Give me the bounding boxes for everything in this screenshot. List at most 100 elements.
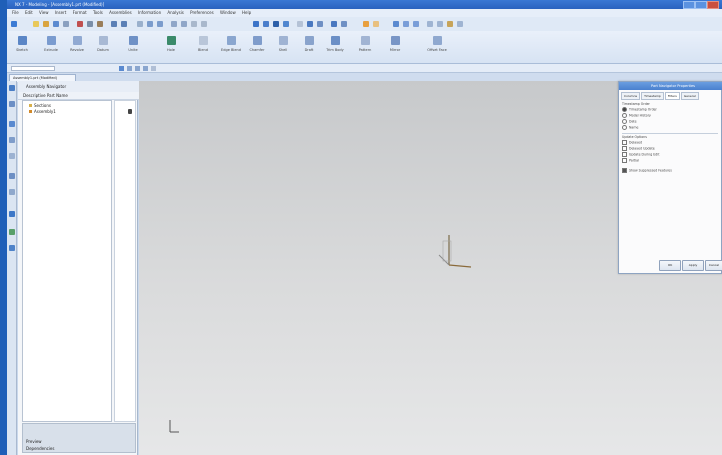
tree-node-sections[interactable]: Sections — [29, 103, 51, 108]
option-date[interactable]: Date — [622, 119, 720, 124]
tab-filters[interactable]: Filters — [664, 92, 680, 100]
close-icon[interactable] — [707, 1, 719, 9]
unite-button[interactable]: Unite — [121, 33, 145, 63]
ok-button[interactable]: OK — [659, 260, 681, 271]
menu-tools[interactable]: Tools — [93, 10, 103, 15]
hole-button[interactable]: Hole — [159, 33, 183, 63]
revolve-button[interactable]: Revolve — [65, 33, 89, 63]
grid-icon[interactable] — [403, 21, 409, 27]
open-folder-icon[interactable] — [43, 21, 49, 27]
model-view-icon[interactable] — [283, 21, 289, 27]
fit-icon[interactable] — [137, 21, 143, 27]
menu-insert[interactable]: Insert — [55, 10, 66, 15]
assembly-navigator-icon[interactable] — [9, 85, 15, 91]
history-icon[interactable] — [9, 173, 15, 179]
view-orient-icon[interactable] — [171, 21, 177, 27]
gear-icon[interactable] — [393, 21, 399, 27]
filter-icon[interactable] — [341, 21, 347, 27]
selection-icon[interactable] — [331, 21, 337, 27]
reuse-library-icon[interactable] — [9, 137, 15, 143]
paste-icon[interactable] — [97, 21, 103, 27]
show-icon[interactable] — [317, 21, 323, 27]
maximize-icon[interactable] — [695, 1, 707, 9]
wcs-icon[interactable] — [413, 21, 419, 27]
trim-body-button[interactable]: Trim Body — [323, 33, 347, 63]
navigator-details-pane: Preview Dependencies — [22, 423, 136, 453]
navigator-column-header[interactable]: Descriptive Part Name — [18, 92, 143, 100]
minimize-icon[interactable] — [683, 1, 695, 9]
cancel-button[interactable]: Cancel — [705, 260, 722, 271]
mirror-button[interactable]: Mirror — [383, 33, 407, 63]
new-file-icon[interactable] — [33, 21, 39, 27]
process-studio-icon[interactable] — [9, 211, 15, 217]
pattern-button[interactable]: Pattern — [353, 33, 377, 63]
midpoint-icon[interactable] — [135, 66, 140, 71]
menu-assemblies[interactable]: Assemblies — [109, 10, 132, 15]
offset-face-button[interactable]: Offset Face — [425, 33, 449, 63]
zoom-icon[interactable] — [147, 21, 153, 27]
tree-node-assembly1[interactable]: Assembly1 — [29, 109, 56, 114]
system-materials-icon[interactable] — [9, 189, 15, 195]
curve-icon[interactable] — [457, 21, 463, 27]
rotate-icon[interactable] — [157, 21, 163, 27]
start-icon[interactable] — [11, 21, 17, 27]
snap-point-icon[interactable] — [119, 66, 124, 71]
snap-icon[interactable] — [191, 21, 197, 27]
lock-icon — [128, 109, 132, 114]
menu-window[interactable]: Window — [220, 10, 236, 15]
menu-view[interactable]: View — [39, 10, 49, 15]
tab-general[interactable]: General — [680, 92, 699, 100]
save-icon[interactable] — [53, 21, 59, 27]
constraint-navigator-icon[interactable] — [9, 101, 15, 107]
dependencies-panel-header[interactable]: Dependencies — [26, 446, 54, 451]
option-timestamp-order[interactable]: Timestamp Order — [622, 107, 720, 112]
type-filter-dropdown[interactable] — [11, 66, 55, 71]
redo-icon[interactable] — [121, 21, 127, 27]
render-style-icon[interactable] — [181, 21, 187, 27]
preview-panel-header[interactable]: Preview — [26, 439, 42, 444]
undo-icon[interactable] — [111, 21, 117, 27]
menu-information[interactable]: Information — [138, 10, 161, 15]
shell-button[interactable]: Shell — [271, 33, 295, 63]
analysis-icon[interactable] — [373, 21, 379, 27]
chamfer-button[interactable]: Chamfer — [245, 33, 269, 63]
option-name[interactable]: Name — [622, 125, 720, 130]
datum-button[interactable]: Datum — [91, 33, 115, 63]
cut-icon[interactable] — [77, 21, 83, 27]
menu-analysis[interactable]: Analysis — [167, 10, 183, 15]
shaded-icon[interactable] — [253, 21, 259, 27]
extrude-button[interactable]: Extrude — [39, 33, 63, 63]
section-view-icon[interactable] — [273, 21, 279, 27]
wireframe-icon[interactable] — [263, 21, 269, 27]
draft-button[interactable]: Draft — [297, 33, 321, 63]
blend-button[interactable]: Blend — [191, 33, 215, 63]
show-suppressed-checkbox[interactable]: Show Suppressed Features — [622, 168, 720, 173]
copy-icon[interactable] — [87, 21, 93, 27]
option-model-history[interactable]: Model History — [622, 113, 720, 118]
roles-icon[interactable] — [9, 229, 15, 235]
part-navigator-icon[interactable] — [9, 121, 15, 127]
menu-file[interactable]: File — [12, 10, 19, 15]
arc-icon[interactable] — [447, 21, 453, 27]
print-icon[interactable] — [63, 21, 69, 27]
system-scenes-icon[interactable] — [9, 245, 15, 251]
point-icon[interactable] — [427, 21, 433, 27]
menu-help[interactable]: Help — [242, 10, 251, 15]
menu-preferences[interactable]: Preferences — [190, 10, 214, 15]
menu-format[interactable]: Format — [73, 10, 87, 15]
edge-blend-button[interactable]: Edge Blend — [219, 33, 243, 63]
tab-columns[interactable]: Columns — [621, 92, 641, 100]
center-icon[interactable] — [143, 66, 148, 71]
apply-button[interactable]: Apply — [682, 260, 704, 271]
measure-icon[interactable] — [363, 21, 369, 27]
intersection-icon[interactable] — [151, 66, 156, 71]
tab-timestamp[interactable]: Timestamp — [641, 92, 664, 100]
display-icon[interactable] — [297, 21, 303, 27]
layer-icon[interactable] — [201, 21, 207, 27]
endpoint-icon[interactable] — [127, 66, 132, 71]
hide-icon[interactable] — [307, 21, 313, 27]
menu-edit[interactable]: Edit — [25, 10, 33, 15]
line-icon[interactable] — [437, 21, 443, 27]
web-browser-icon[interactable] — [9, 153, 15, 159]
sketch-button[interactable]: Sketch — [10, 33, 34, 63]
